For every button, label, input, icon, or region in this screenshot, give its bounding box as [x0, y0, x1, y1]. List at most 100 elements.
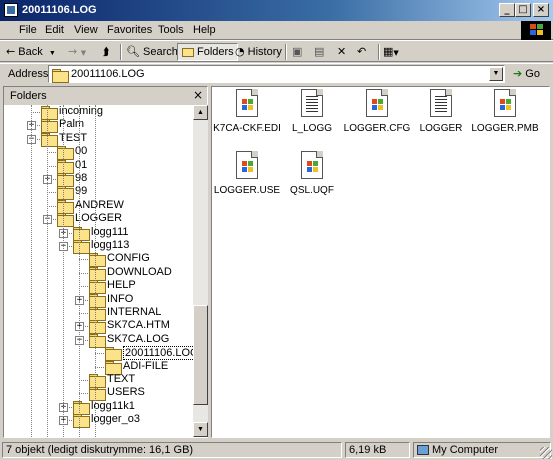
folder-icon — [89, 374, 106, 388]
folders-icon — [181, 45, 195, 59]
folder-icon — [89, 293, 106, 308]
views-icon[interactable]: ▦▼ — [383, 43, 399, 61]
folder-tree-scrollbar[interactable]: ▲ ▼ — [193, 105, 208, 437]
minimize-button[interactable]: _ — [499, 3, 515, 17]
tree-item-label: USERS — [107, 386, 145, 399]
back-button[interactable]: ← Back ▼ — [6, 43, 56, 61]
tree-item-label: incoming — [59, 105, 104, 117]
menu-file[interactable]: File — [19, 24, 37, 36]
scroll-up-icon[interactable]: ▲ — [193, 105, 208, 120]
file-item[interactable]: LOGGER.PMB — [471, 89, 539, 145]
close-folders-pane-icon[interactable]: × — [193, 88, 203, 102]
folder-icon — [73, 226, 90, 241]
folder-icon — [105, 347, 122, 362]
search-button[interactable]: 🔍︎ Search — [126, 43, 178, 61]
file-list-pane: K7CA-CKF.EDI L_LOGG LOGGER.CFG LOGGER LOGGER… — [211, 86, 550, 438]
folder-icon — [89, 387, 106, 402]
folder-icon — [73, 414, 90, 429]
folder-icon — [89, 307, 106, 321]
tree-item-label: SK7CA.HTM — [107, 319, 170, 332]
window-title: 20011106.LOG — [22, 4, 97, 16]
file-item[interactable]: LOGGER.USE — [214, 151, 280, 207]
copy-to-icon[interactable]: ▤ — [314, 43, 324, 61]
file-item[interactable]: LOGGER.CFG — [344, 89, 410, 145]
folders-button[interactable]: Folders — [177, 43, 238, 61]
tree-item-label: HELP — [107, 279, 136, 292]
tree-item-label: LOGGER — [75, 212, 123, 225]
windows-file-icon — [236, 151, 258, 179]
text-file-icon — [301, 89, 323, 117]
folder-icon — [57, 186, 74, 201]
maximize-button[interactable]: □ — [515, 3, 531, 17]
tree-item-label: ADI-FILE — [123, 359, 169, 372]
folder-icon — [57, 199, 74, 214]
folder-icon — [89, 253, 106, 268]
file-name: LOGGER.PMB — [471, 123, 539, 134]
folder-icon — [41, 119, 58, 134]
status-location: My Computer — [413, 442, 551, 458]
address-dropdown-icon[interactable]: ▼ — [489, 67, 503, 81]
tree-item-label: logger_o3 — [91, 413, 140, 426]
windows-logo-icon — [521, 21, 551, 40]
menu-tools[interactable]: Tools — [158, 24, 184, 36]
back-arrow-icon: ← — [6, 45, 16, 58]
windows-file-icon — [236, 89, 258, 117]
folder-icon — [73, 240, 90, 254]
folder-icon — [57, 173, 74, 187]
menu-bar: File Edit View Favorites Tools Help — [0, 21, 553, 40]
back-dropdown-icon[interactable]: ▼ — [49, 50, 56, 57]
folder-icon — [89, 333, 106, 348]
tree-item-label: CONFIG — [107, 252, 150, 265]
folders-pane: Folders × incoming Palm + TEST −00 01 98 +99 AND… — [3, 86, 208, 438]
address-label: Address — [8, 68, 49, 80]
status-objects: 7 objekt (ledigt diskutrymme: 16,1 GB) — [2, 442, 342, 458]
folder-icon — [57, 159, 74, 174]
tree-item-label: SK7CA.LOG — [107, 332, 170, 345]
windows-file-icon — [301, 151, 323, 179]
delete-icon[interactable]: ✕ — [337, 43, 346, 61]
computer-icon — [417, 445, 429, 456]
folder-icon — [89, 320, 106, 335]
menu-view[interactable]: View — [74, 24, 98, 36]
go-arrow-icon: ➔ — [513, 67, 523, 80]
folder-icon — [41, 106, 58, 120]
windows-file-icon — [366, 89, 388, 117]
tree-item-label: ANDREW — [75, 198, 124, 211]
scroll-thumb[interactable] — [193, 305, 208, 405]
up-folder-icon[interactable]: ⮭ — [103, 43, 110, 61]
menu-favorites[interactable]: Favorites — [107, 24, 152, 36]
scroll-down-icon[interactable]: ▼ — [193, 422, 208, 437]
file-item[interactable]: LOGGER — [408, 89, 474, 145]
window-folder-icon — [4, 3, 18, 17]
resize-grip[interactable] — [540, 447, 552, 459]
go-button[interactable]: ➔ Go — [513, 67, 540, 80]
file-name: QSL.UQF — [290, 185, 334, 196]
status-size: 6,19 kB — [345, 442, 410, 458]
close-button[interactable]: × — [533, 3, 549, 17]
address-input[interactable]: 20011106.LOG ▼ — [48, 65, 505, 83]
history-button[interactable]: ◔ History — [235, 43, 282, 61]
folder-icon — [105, 360, 122, 375]
tree-item-label: INFO — [107, 292, 134, 305]
windows-file-icon — [494, 89, 516, 117]
folder-tree: incoming Palm + TEST −00 01 98 +99 ANDREW LOGGER −… — [4, 105, 193, 437]
menu-edit[interactable]: Edit — [45, 24, 64, 36]
tree-item-label: 00 — [75, 145, 88, 158]
standard-toolbar: ← Back ▼ → ▼ ⮭ 🔍︎ Search Folders ◔ Histo… — [0, 40, 553, 62]
history-icon: ◔ — [235, 45, 245, 58]
title-bar[interactable]: 20011106.LOG _ □ × — [0, 0, 553, 21]
undo-icon[interactable]: ↶ — [357, 43, 366, 61]
status-bar: 7 objekt (ledigt diskutrymme: 16,1 GB) 6… — [0, 440, 553, 460]
forward-button[interactable]: → ▼ — [68, 43, 86, 61]
file-item[interactable]: L_LOGG — [279, 89, 345, 145]
tree-item-label: TEXT — [107, 373, 136, 385]
tree-item-label: 20011106.LOG — [123, 346, 193, 361]
folder-icon — [57, 213, 74, 228]
file-item[interactable]: K7CA-CKF.EDI — [213, 89, 281, 145]
move-to-icon[interactable]: ▣ — [292, 43, 302, 61]
menu-help[interactable]: Help — [193, 24, 216, 36]
address-bar: Address 20011106.LOG ▼ ➔ Go — [0, 63, 553, 83]
file-item[interactable]: QSL.UQF — [279, 151, 345, 207]
tree-item-label: 01 — [75, 158, 88, 171]
tree-item-label: 99 — [75, 185, 88, 198]
